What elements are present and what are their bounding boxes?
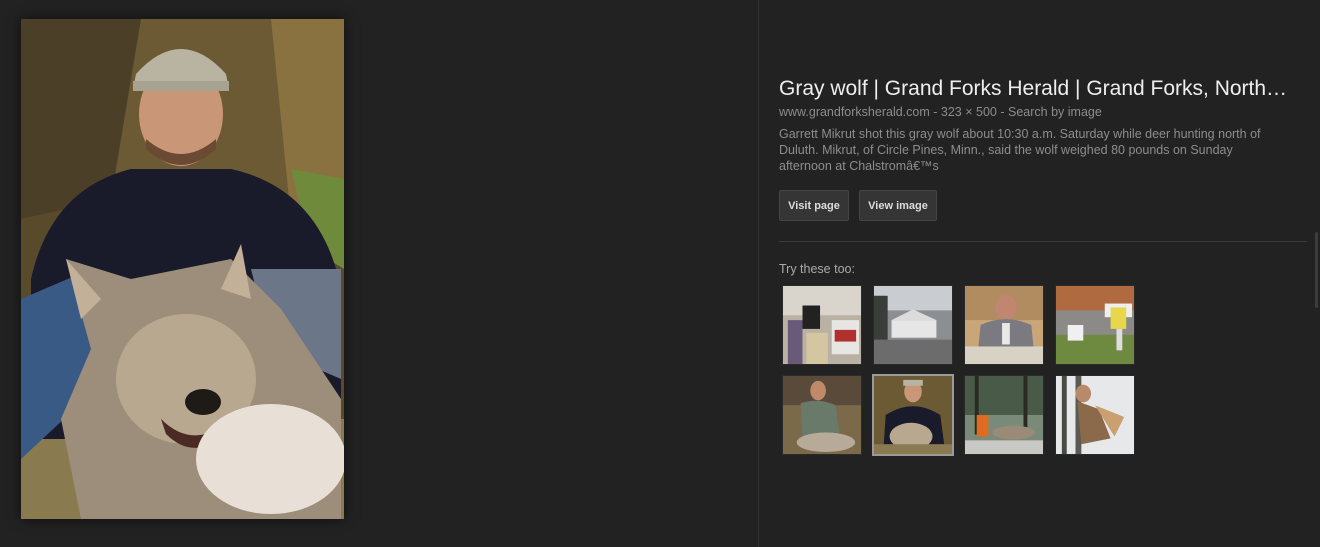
meta-separator: - (933, 105, 938, 119)
image-viewer: Gray wolf | Grand Forks Herald | Grand F… (0, 0, 1320, 547)
thumbnail-hunter-in-forest[interactable] (964, 375, 1044, 455)
thumbnail-snowy-cabin[interactable] (873, 285, 953, 365)
preview-pane (0, 0, 758, 547)
image-dimensions: 323 × 500 (940, 105, 997, 119)
try-these-label: Try these too: (779, 262, 855, 276)
meta-separator: - (1000, 105, 1005, 119)
search-by-image-link[interactable]: Search by image (1008, 105, 1102, 119)
thumbnail-man-in-suit[interactable] (964, 285, 1044, 365)
thumbnail-smiling-man-with-wolf[interactable] (872, 374, 954, 456)
thumbnail-protest-signs[interactable] (782, 285, 862, 365)
thumbnail-wolf-in-snow[interactable] (1055, 375, 1135, 455)
main-image-preview[interactable] (21, 19, 344, 519)
result-description: Garrett Mikrut shot this gray wolf about… (779, 127, 1261, 173)
info-pane: Gray wolf | Grand Forks Herald | Grand F… (779, 0, 1307, 547)
result-meta: www.grandforksherald.com - 323 × 500 - S… (779, 105, 1102, 119)
visit-page-button[interactable]: Visit page (779, 190, 849, 221)
scrollbar[interactable] (1315, 232, 1318, 308)
thumbnail-hunter-with-wolf[interactable] (782, 375, 862, 455)
thumbnail-rally-signs[interactable] (1055, 285, 1135, 365)
view-image-button[interactable]: View image (859, 190, 937, 221)
pane-divider (758, 0, 759, 547)
section-divider (779, 241, 1307, 242)
source-domain[interactable]: www.grandforksherald.com (779, 105, 930, 119)
result-title[interactable]: Gray wolf | Grand Forks Herald | Grand F… (779, 77, 1307, 101)
